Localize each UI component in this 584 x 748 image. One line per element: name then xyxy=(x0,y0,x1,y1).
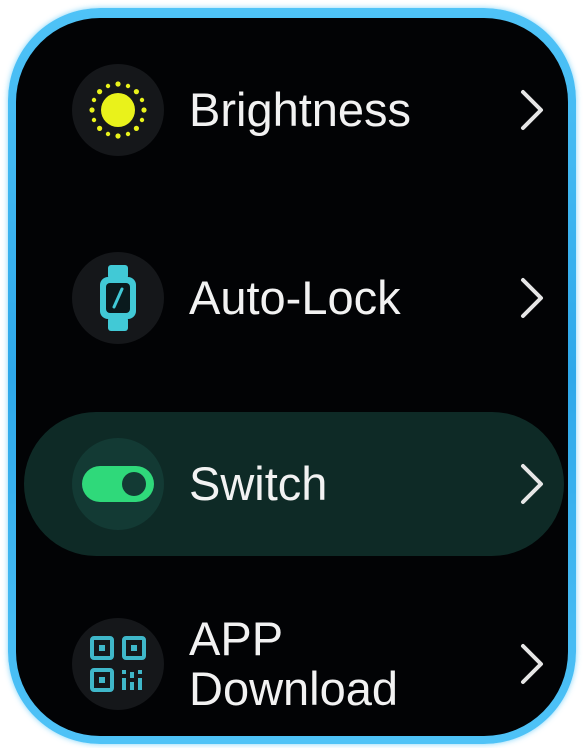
menu-item-brightness[interactable]: Brightness xyxy=(24,38,564,182)
watch-icon xyxy=(72,252,164,344)
qr-code-icon xyxy=(72,618,164,710)
menu-item-label: Brightness xyxy=(189,83,412,136)
menu-item-auto-lock[interactable]: Auto-Lock xyxy=(24,226,564,370)
menu-item-label: APP Download xyxy=(189,612,399,715)
chevron-right-icon xyxy=(512,80,552,140)
menu-item-label: Auto-Lock xyxy=(189,271,401,324)
chevron-right-icon xyxy=(512,634,552,694)
chevron-right-icon xyxy=(512,268,552,328)
toggle-icon xyxy=(72,438,164,530)
sun-icon xyxy=(72,64,164,156)
chevron-right-icon xyxy=(512,454,552,514)
settings-screen: Brightness Auto-Lock Switch APP Download xyxy=(16,18,568,736)
menu-item-app-download[interactable]: APP Download xyxy=(24,592,564,736)
menu-item-label: Switch xyxy=(189,457,328,510)
menu-item-switch[interactable]: Switch xyxy=(24,412,564,556)
